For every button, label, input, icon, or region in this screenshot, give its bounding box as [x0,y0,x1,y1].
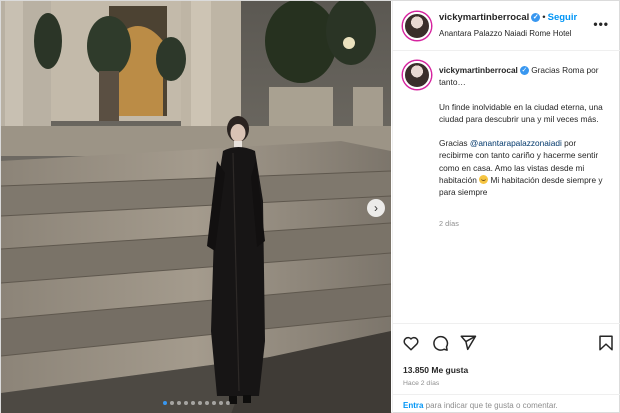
caption-avatar[interactable] [403,61,431,89]
carousel-dot [190,401,195,405]
carousel-dot [225,401,230,405]
likes-count[interactable]: 13.850 Me gusta [403,365,468,375]
comment-icon[interactable] [431,334,449,352]
post-photo[interactable]: › [1,1,391,413]
carousel-dot [162,401,167,405]
carousel-indicator [1,401,391,405]
share-icon[interactable] [459,334,477,352]
separator-dot: • [542,12,546,23]
carousel-dot [169,401,174,405]
caption-area: vickymartinberrocal ✓ Gracias Roma por ta… [393,51,620,323]
header-user-line: vickymartinberrocal ✓ • Seguir [439,12,577,23]
carousel-dot [183,401,188,405]
location-link[interactable]: Anantara Palazzo Naiadi Rome Hotel [439,29,572,38]
verified-badge-icon: ✓ [519,66,529,76]
caption-paragraph-1: vickymartinberrocal ✓ Gracias Roma por ta… [439,64,611,89]
caption-paragraph-3: Gracias @anantarapalazzonaiadi por recib… [439,137,611,198]
photo-scene [1,1,391,413]
post-header: vickymartinberrocal ✓ • Seguir Anantara Pal… [393,1,620,51]
post-date[interactable]: Hace 2 días [403,380,439,387]
comment-prompt: Entra para indicar que te gusta o coment… [393,394,620,413]
mention-link[interactable]: @anantarapalazzonaiadi [470,138,562,148]
more-options-icon[interactable]: ••• [593,17,609,31]
comment-prompt-text: para indicar que te gusta o comentar. [423,401,558,410]
avatar[interactable] [403,12,431,40]
caption-timestamp[interactable]: 2 días [439,219,459,228]
post-dialog: › vickymartinberrocal ✓ • Seguir Anantara P… [0,0,620,413]
post-sidebar: vickymartinberrocal ✓ • Seguir Anantara Pal… [392,1,620,413]
post-actions: 13.850 Me gusta Hace 2 días Entra para i… [393,323,620,413]
carousel-dot [197,401,202,405]
follow-button[interactable]: Seguir [548,12,578,23]
bookmark-icon[interactable] [597,334,615,352]
smiling-emoji-icon [479,175,489,185]
carousel-dot [176,401,181,405]
carousel-dot [204,401,209,405]
carousel-dot [218,401,223,405]
next-photo-button[interactable]: › [367,199,385,217]
caption-p3-prefix: Gracias [439,138,470,149]
carousel-dot [211,401,216,405]
username-link[interactable]: vickymartinberrocal [439,12,529,23]
login-link[interactable]: Entra [403,401,423,410]
chevron-right-icon: › [374,201,378,215]
caption-username-link[interactable]: vickymartinberrocal [439,65,518,75]
heart-icon[interactable] [402,334,420,352]
verified-badge-icon: ✓ [531,12,541,22]
caption-paragraph-2: Un finde inolvidable en la ciudad eterna… [439,101,603,124]
caption-text: vickymartinberrocal ✓ Gracias Roma por ta… [439,64,611,211]
